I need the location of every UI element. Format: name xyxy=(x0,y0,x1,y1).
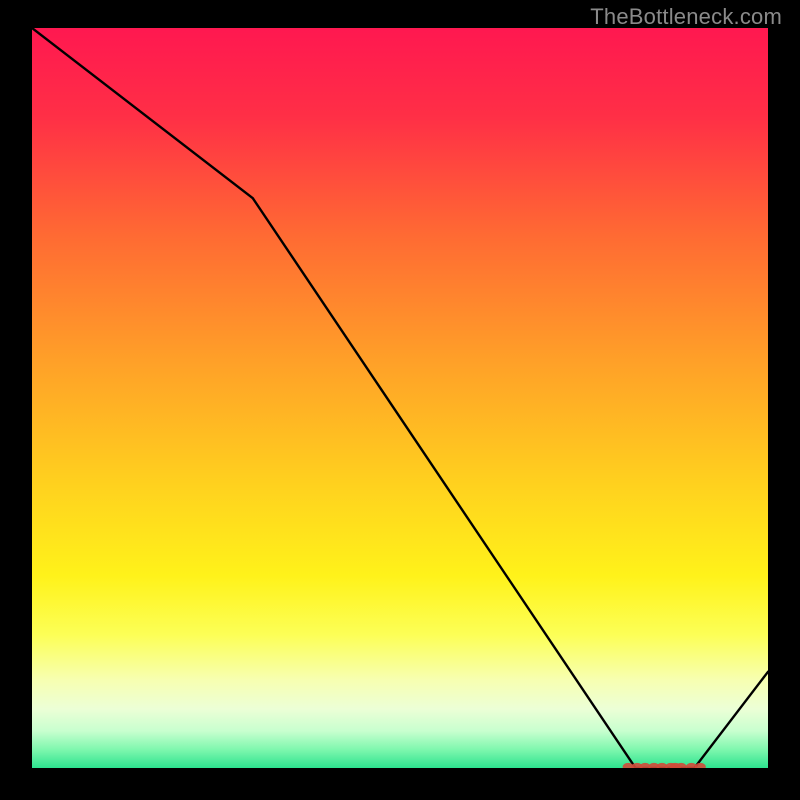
gradient-background xyxy=(32,28,768,768)
chart-svg xyxy=(32,28,768,768)
chart-frame: TheBottleneck.com xyxy=(0,0,800,800)
watermark-text: TheBottleneck.com xyxy=(590,4,782,30)
plot-area xyxy=(32,28,768,768)
marker-cluster xyxy=(623,763,706,768)
